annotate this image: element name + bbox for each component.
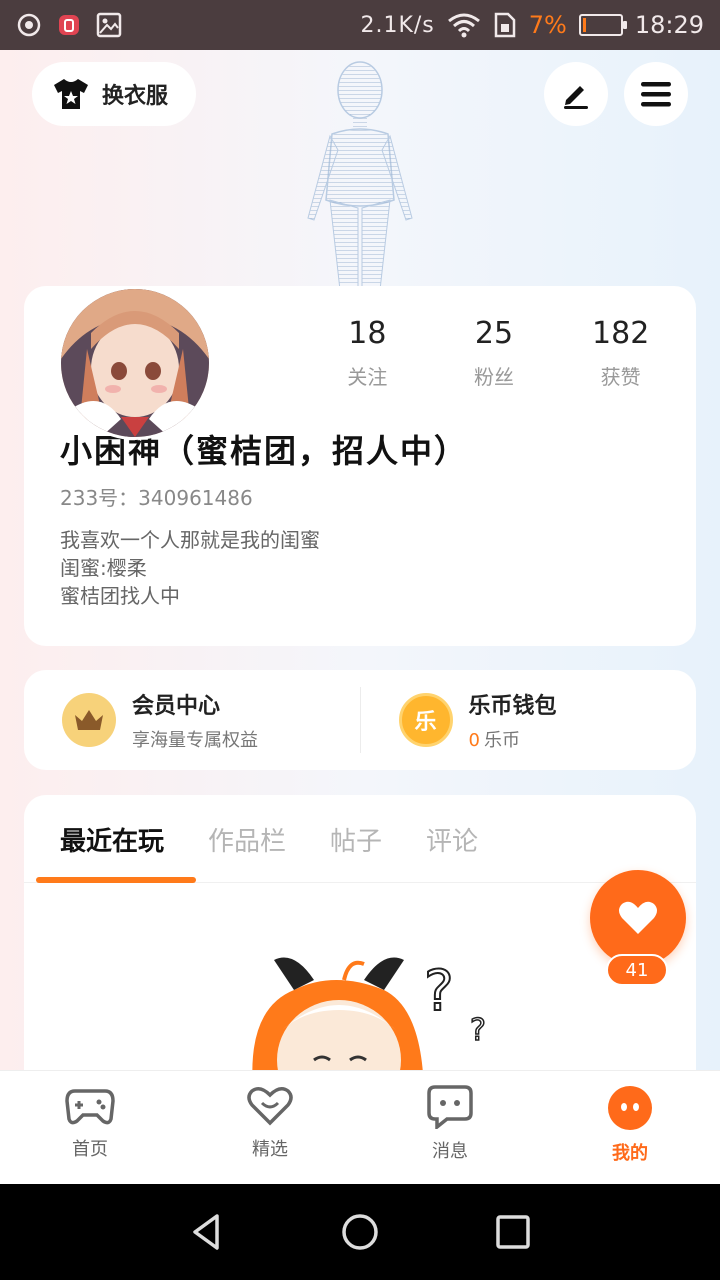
tab-bar: 最近在玩 作品栏 帖子 评论 xyxy=(24,795,696,883)
message-icon xyxy=(427,1085,473,1129)
active-tab-indicator xyxy=(36,877,196,883)
tab-comments[interactable]: 评论 xyxy=(426,821,478,882)
battery-percent: 7% xyxy=(528,11,567,39)
recents-icon[interactable] xyxy=(493,1212,533,1252)
nav-label: 首页 xyxy=(72,1139,108,1160)
svg-text:?: ? xyxy=(424,959,454,1024)
change-outfit-button[interactable]: 换衣服 xyxy=(32,62,196,126)
wallet-balance: 0 乐币 xyxy=(469,726,557,752)
wallet-amount: 0 xyxy=(468,730,480,751)
heart-icon xyxy=(619,901,657,934)
menu-button[interactable] xyxy=(624,62,688,126)
sim-icon xyxy=(494,12,515,38)
tab-works[interactable]: 作品栏 xyxy=(208,821,286,882)
pen-icon xyxy=(564,86,588,109)
gallery-icon xyxy=(96,12,122,38)
member-wallet-card: 会员中心 享海量专属权益 乐 乐币钱包 0 乐币 xyxy=(24,670,696,770)
back-icon[interactable] xyxy=(187,1212,227,1252)
stat-value: 25 xyxy=(474,316,514,351)
gamepad-icon xyxy=(65,1089,115,1125)
bottom-nav: 首页 精选 消息 我的 xyxy=(0,1070,720,1184)
coin-icon: 乐 xyxy=(398,693,453,747)
member-center-title: 会员中心 xyxy=(132,694,221,719)
wallet-button[interactable]: 乐 乐币钱包 0 乐币 xyxy=(361,670,697,770)
stat-value: 182 xyxy=(592,316,650,351)
stat-value: 18 xyxy=(348,316,387,351)
change-outfit-label: 换衣服 xyxy=(102,84,169,109)
tshirt-icon xyxy=(54,79,88,109)
member-center-subtitle: 享海量专属权益 xyxy=(132,730,258,751)
heart-chat-icon xyxy=(247,1087,293,1126)
system-nav-bar xyxy=(0,1184,720,1280)
bio-line: 蜜桔团找人中 xyxy=(60,584,180,608)
nav-profile[interactable]: 我的 xyxy=(540,1071,720,1184)
stat-label: 粉丝 xyxy=(474,365,514,389)
avatar-figure-icon[interactable] xyxy=(290,50,430,290)
tab-posts[interactable]: 帖子 xyxy=(330,821,382,882)
nav-label: 消息 xyxy=(432,1141,468,1162)
home-icon[interactable] xyxy=(340,1212,380,1252)
profile-face-icon xyxy=(608,1086,652,1130)
avatar[interactable] xyxy=(58,286,212,440)
clock: 18:29 xyxy=(634,11,704,39)
status-bar: 2.1K/s 7% 18:29 xyxy=(0,0,720,50)
hotspot-icon xyxy=(17,13,41,37)
profile-stats: 18 关注 25 粉丝 182 获赞 xyxy=(304,316,684,390)
tab-recently-played[interactable]: 最近在玩 xyxy=(60,821,164,882)
stat-likes[interactable]: 182 获赞 xyxy=(557,316,684,390)
stat-label: 关注 xyxy=(347,365,388,389)
profile-screen: 换衣服 18 关注 25 粉丝 182 获赞 小困神（蜜桔团，招人中） 233号… xyxy=(0,50,720,1184)
wifi-icon xyxy=(447,13,480,38)
nav-messages[interactable]: 消息 xyxy=(360,1071,540,1184)
nav-label: 精选 xyxy=(252,1139,288,1160)
coin-char: 乐 xyxy=(414,710,437,735)
network-speed: 2.1K/s xyxy=(360,12,435,38)
bio-line: 我喜欢一个人那就是我的闺蜜 xyxy=(60,528,320,552)
wallet-title: 乐币钱包 xyxy=(468,694,557,719)
bio-line: 闺蜜:樱柔 xyxy=(60,556,147,580)
wallet-unit: 乐币 xyxy=(483,730,520,751)
battery-icon xyxy=(578,14,627,36)
like-count-badge: 41 xyxy=(606,954,668,986)
nav-home[interactable]: 首页 xyxy=(0,1071,180,1184)
notification-app-icon xyxy=(59,15,79,35)
stat-followers[interactable]: 25 粉丝 xyxy=(431,316,558,390)
like-float-button[interactable] xyxy=(590,870,686,966)
menu-icon xyxy=(641,82,671,107)
svg-text:?: ? xyxy=(470,1013,486,1048)
crown-icon xyxy=(62,693,116,747)
avatar-image xyxy=(61,289,209,437)
edit-profile-button[interactable] xyxy=(544,62,608,126)
member-center-button[interactable]: 会员中心 享海量专属权益 xyxy=(24,670,360,770)
nav-label: 我的 xyxy=(612,1143,648,1164)
stat-label: 获赞 xyxy=(600,365,641,389)
user-id: 233号：340961486 xyxy=(60,486,253,510)
stat-following[interactable]: 18 关注 xyxy=(304,316,431,390)
bio: 我喜欢一个人那就是我的闺蜜 闺蜜:樱柔 蜜桔团找人中 xyxy=(60,526,320,610)
nav-featured[interactable]: 精选 xyxy=(180,1071,360,1184)
